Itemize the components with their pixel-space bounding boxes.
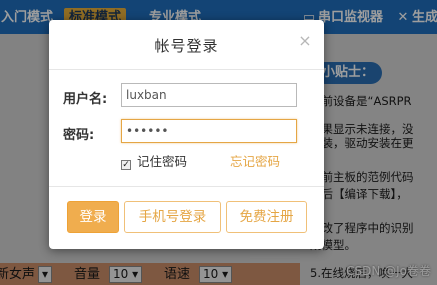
dialog-divider [49, 186, 324, 187]
remember-password-checkbox[interactable]: ✓ 记住密码 [121, 154, 187, 170]
phone-login-button[interactable]: 手机号登录 [124, 201, 221, 233]
register-button[interactable]: 免费注册 [226, 201, 307, 233]
login-button[interactable]: 登录 [67, 201, 119, 233]
close-icon[interactable]: × [298, 33, 312, 49]
checkbox-icon[interactable]: ✓ [121, 160, 131, 170]
login-dialog: 帐号登录 × 用户名: 密码: ✓ 记住密码 忘记密码 登录 手机号登录 免费注册 [49, 20, 324, 249]
dialog-header: 帐号登录 × [49, 20, 324, 70]
forgot-password-link[interactable]: 忘记密码 [230, 154, 280, 170]
username-label: 用户名: [63, 92, 108, 107]
password-input[interactable] [121, 119, 297, 143]
dialog-title: 帐号登录 [154, 37, 219, 55]
username-input[interactable] [121, 83, 297, 107]
password-label: 密码: [63, 128, 95, 143]
remember-password-label: 记住密码 [137, 154, 188, 169]
